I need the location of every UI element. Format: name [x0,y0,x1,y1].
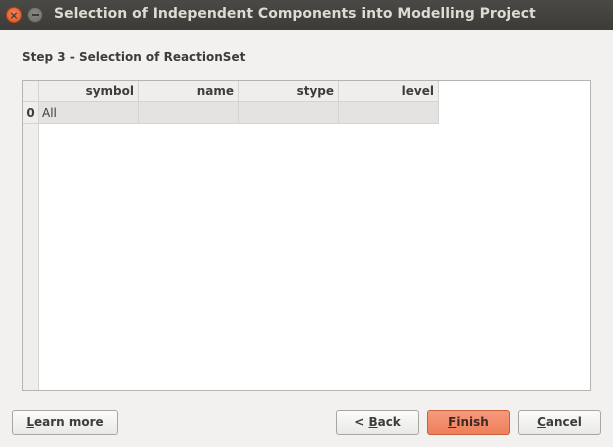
back-prefix: < [354,415,369,429]
learn-more-mnemonic: L [26,415,34,429]
column-header-stype[interactable]: stype [239,81,339,102]
learn-more-button[interactable]: Learn more [12,410,118,435]
back-mnemonic: B [368,415,378,429]
table-cell-symbol[interactable]: All [39,102,139,124]
minimize-window-button[interactable] [27,7,43,23]
title-bar[interactable]: × Selection of Independent Components in… [0,0,613,30]
row-header[interactable]: 0 [23,102,39,124]
window-title: Selection of Independent Components into… [54,6,536,22]
finish-button[interactable]: Finish [427,410,510,435]
back-button[interactable]: < Back [336,410,419,435]
table-cell-level[interactable] [339,102,439,124]
cancel-mnemonic: C [537,415,546,429]
close-window-button[interactable]: × [6,7,22,23]
table-cell-stype[interactable] [239,102,339,124]
step-title: Step 3 - Selection of ReactionSet [22,50,246,64]
cancel-label: ancel [545,415,582,429]
cancel-button[interactable]: Cancel [518,410,601,435]
finish-label: inish [456,415,489,429]
column-header-level[interactable]: level [339,81,439,102]
dialog-window: × Selection of Independent Components in… [0,0,613,447]
learn-more-label: earn more [33,415,104,429]
close-icon: × [9,8,19,22]
table-corner-button[interactable] [23,81,39,102]
back-label: ack [377,415,401,429]
reactionset-table[interactable]: symbol name stype level 0 All [22,80,591,391]
column-header-symbol[interactable]: symbol [39,81,139,102]
column-header-name[interactable]: name [139,81,239,102]
minimize-icon [31,14,39,16]
table-cell-name[interactable] [139,102,239,124]
vertical-header [23,102,39,390]
